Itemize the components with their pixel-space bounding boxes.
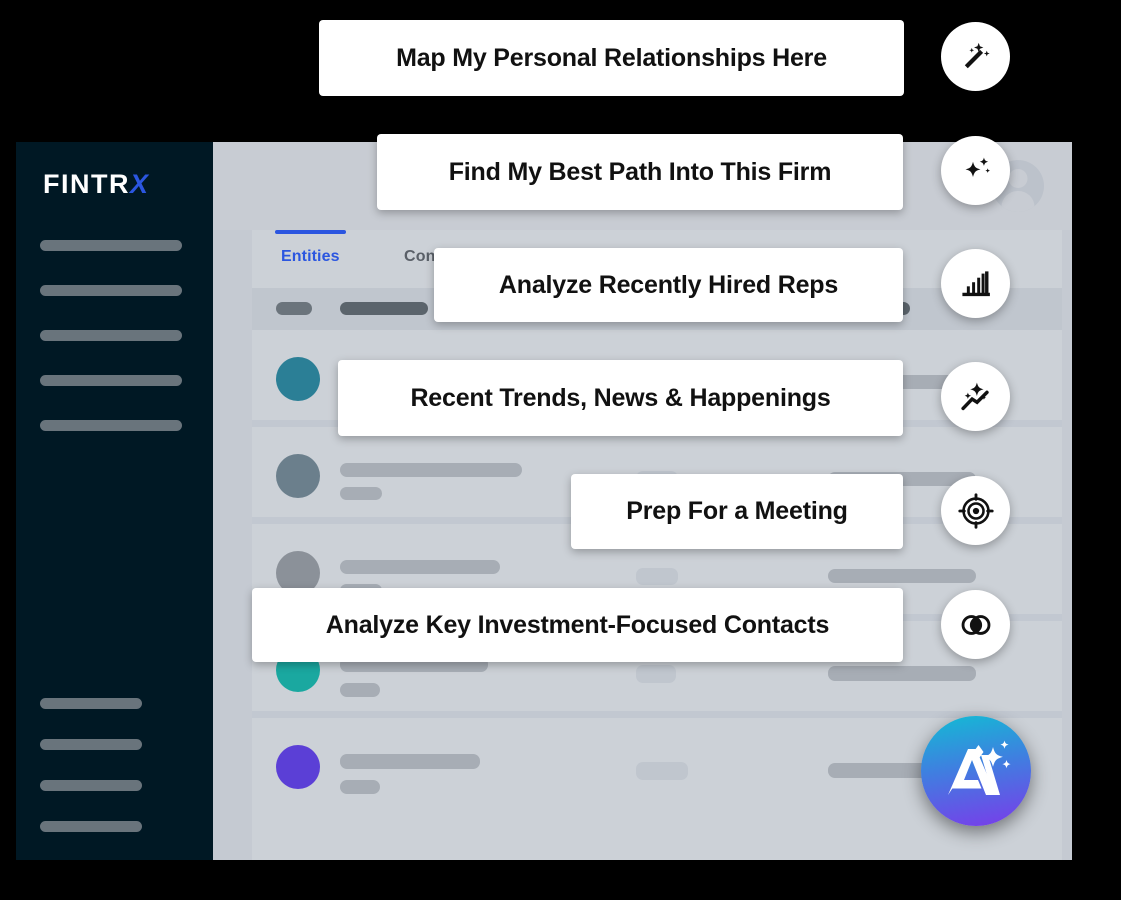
prompt-label: Analyze Recently Hired Reps [498,270,839,299]
prompt-pill-investment-contacts[interactable]: Analyze Key Investment-Focused Contacts [252,588,903,662]
fintrx-logo: FINTRX [43,169,150,200]
row-tag [636,762,688,780]
row-avatar [276,454,320,498]
prompt-pill-prep-meeting[interactable]: Prep For a Meeting [571,474,903,549]
sidebar-footer-item-4[interactable] [40,821,142,832]
magic-wand-icon[interactable] [941,22,1010,91]
avatar-head-shape [1008,169,1028,188]
sidebar-item-5[interactable] [40,420,182,431]
sparkle-icon[interactable] [941,136,1010,205]
logo-text: FINTR [43,169,130,199]
sidebar-footer-item-3[interactable] [40,780,142,791]
row-primary-text [340,463,522,477]
venn-diagram-icon[interactable] [941,590,1010,659]
prompt-pill-best-path[interactable]: Find My Best Path Into This Firm [377,134,903,210]
column-header-1[interactable] [340,302,428,315]
row-meta [828,666,976,681]
column-header-checkbox[interactable] [276,302,312,315]
sidebar-footer-item-2[interactable] [40,739,142,750]
row-avatar [276,357,320,401]
prompt-label: Analyze Key Investment-Focused Contacts [325,610,830,639]
prompt-pill-recent-trends[interactable]: Recent Trends, News & Happenings [338,360,903,436]
row-tag [636,568,678,585]
sidebar: FINTRX [16,142,213,860]
bar-chart-icon[interactable] [941,249,1010,318]
sidebar-item-4[interactable] [40,375,182,386]
prompt-label: Map My Personal Relationships Here [396,43,827,72]
tab-entities[interactable]: Entities [275,230,346,266]
sidebar-footer-item-1[interactable] [40,698,142,709]
row-primary-text [340,560,500,574]
row-meta [828,569,976,583]
ai-assistant-badge[interactable] [921,716,1031,826]
row-avatar [276,745,320,789]
row-tag [636,665,676,683]
screenshot-stage: FINTRX Entities C [0,0,1121,900]
row-secondary-text [340,683,380,697]
sidebar-item-1[interactable] [40,240,182,251]
row-secondary-text [340,780,380,794]
row-primary-text [340,754,480,769]
row-secondary-text [340,487,382,500]
prompt-pill-recently-hired[interactable]: Analyze Recently Hired Reps [434,248,903,322]
sidebar-item-2[interactable] [40,285,182,296]
logo-accent-x: X [129,169,150,199]
prompt-label: Prep For a Meeting [626,497,848,525]
sidebar-item-3[interactable] [40,330,182,341]
avatar-body-shape [1001,191,1035,212]
prompt-label: Find My Best Path Into This Firm [448,157,832,186]
trend-sparkle-icon[interactable] [941,362,1010,431]
prompt-pill-map-relationships[interactable]: Map My Personal Relationships Here [319,20,904,96]
prompt-label: Recent Trends, News & Happenings [410,383,831,412]
target-icon[interactable] [941,476,1010,545]
